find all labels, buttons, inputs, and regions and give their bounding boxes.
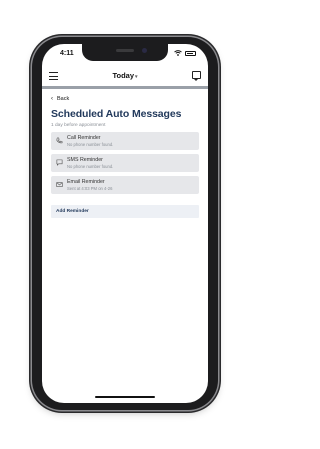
- home-indicator[interactable]: [95, 396, 155, 398]
- speaker: [116, 49, 134, 52]
- power-button: [218, 106, 221, 140]
- reminder-title: Call Reminder: [67, 135, 101, 141]
- date-selector[interactable]: Today▾: [42, 71, 208, 80]
- page-subtitle: 1 day before appointment: [51, 123, 106, 128]
- nav-title: Today: [112, 71, 134, 80]
- nav-divider: [42, 86, 208, 89]
- add-reminder-button[interactable]: Add Reminder: [51, 205, 199, 218]
- phone-screen: 4:11 Today▾ ‹ Back Scheduled Auto Messag…: [42, 44, 208, 403]
- main-content: ‹ Back Scheduled Auto Messages 1 day bef…: [51, 96, 199, 218]
- wifi-icon: [174, 50, 182, 56]
- sms-icon: [56, 159, 63, 166]
- reminder-title: Email Reminder: [67, 179, 105, 185]
- reminder-title: SMS Reminder: [67, 157, 103, 163]
- chevron-down-icon: ▾: [135, 74, 138, 80]
- reminder-detail: No phone number found.: [67, 164, 114, 169]
- back-label: Back: [57, 96, 70, 102]
- back-button[interactable]: ‹ Back: [51, 96, 199, 102]
- reminder-card-sms[interactable]: SMS Reminder No phone number found.: [51, 154, 199, 172]
- phone-icon: [56, 137, 63, 144]
- reminder-card-call[interactable]: Call Reminder No phone number found.: [51, 132, 199, 150]
- chevron-left-icon: ‹: [51, 96, 53, 102]
- reminder-detail: Sent at 4:03 PM on 4-26: [67, 186, 113, 191]
- top-navbar: Today▾: [42, 68, 208, 86]
- reminder-card-email[interactable]: Email Reminder Sent at 4:03 PM on 4-26: [51, 176, 199, 194]
- reminder-detail: No phone number found.: [67, 142, 114, 147]
- battery-icon: [185, 50, 196, 56]
- add-reminder-label: Add Reminder: [56, 209, 89, 214]
- notch: [82, 44, 168, 61]
- email-icon: [56, 182, 63, 187]
- page-title: Scheduled Auto Messages: [51, 108, 182, 120]
- front-camera: [142, 48, 147, 53]
- chat-icon[interactable]: [192, 71, 201, 81]
- status-icons: [174, 50, 196, 56]
- status-time: 4:11: [60, 50, 74, 57]
